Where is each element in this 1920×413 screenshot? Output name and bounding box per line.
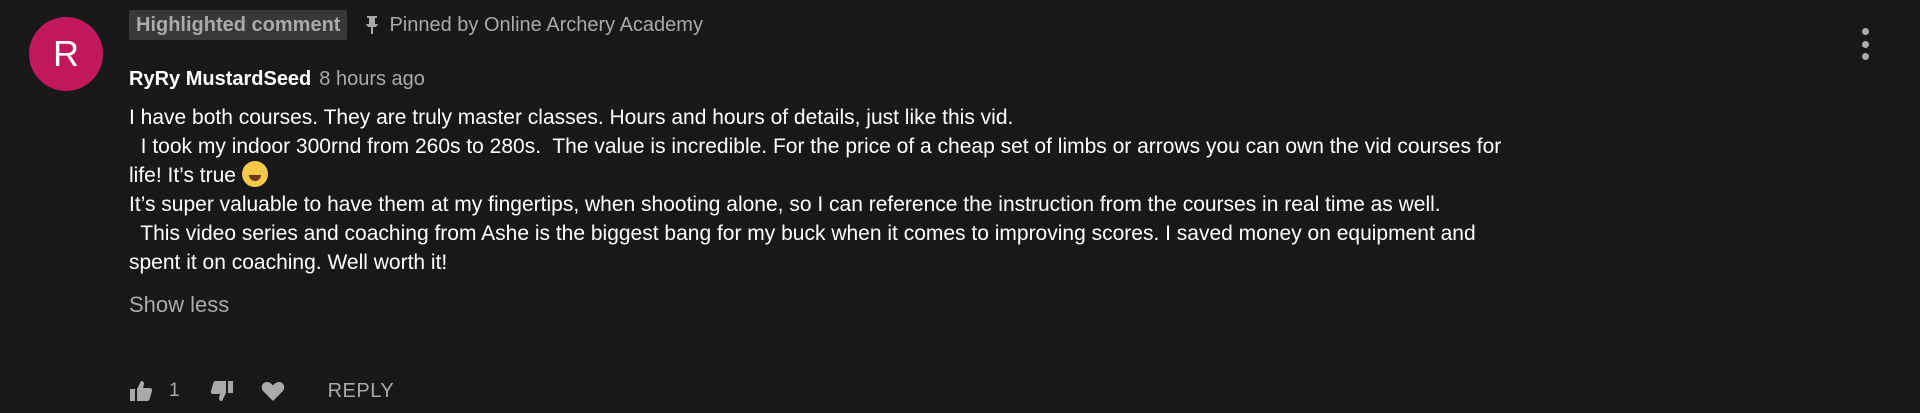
comment-line: spent it on coaching. Well worth it! [129,251,448,274]
comment-actions: 1 REPLY [129,376,394,406]
menu-dot-icon [1861,28,1869,35]
comment-header-badges: Highlighted comment Pinned by Online Arc… [129,10,1829,40]
avatar-letter: R [53,33,79,74]
thumbs-up-icon [130,381,153,401]
comment-body: Highlighted comment Pinned by Online Arc… [129,10,1829,318]
author-name[interactable]: RyRy MustardSeed [129,68,311,91]
avatar[interactable]: R [29,17,103,91]
comment-line: This video series and coaching from Ashe… [129,222,1476,245]
menu-dot-icon [1861,53,1869,60]
comment-text: I have both courses. They are truly mast… [129,103,1829,277]
pinned-indicator: Pinned by Online Archery Academy [365,14,703,37]
thumbs-down-icon [210,381,233,401]
pin-icon [365,16,379,34]
show-less-button[interactable]: Show less [129,292,1829,318]
comment-line: I have both courses. They are truly mast… [129,106,1014,129]
comment-line: life! It’s true [129,164,236,187]
reply-button[interactable]: REPLY [328,380,395,403]
author-row: RyRy MustardSeed 8 hours ago [129,68,1829,91]
comment-line: It’s super valuable to have them at my f… [129,193,1441,216]
pinned-by-text: Pinned by Online Archery Academy [389,13,703,36]
comment-line: I took my indoor 300rnd from 260s to 280… [129,135,1502,158]
highlighted-comment-badge[interactable]: Highlighted comment [129,10,348,40]
laughing-emoji-icon [242,161,268,187]
comment-thread: R Highlighted comment Pinned by Online A… [0,0,1920,413]
comment-line-with-emoji: life! It’s true [129,161,1829,190]
comment-timestamp[interactable]: 8 hours ago [319,68,425,91]
like-count: 1 [169,380,180,401]
heart-button[interactable] [261,379,285,403]
more-actions-menu-button[interactable] [1855,28,1875,60]
menu-dot-icon [1861,40,1869,48]
heart-icon [261,382,284,401]
dislike-button[interactable] [210,379,234,403]
like-button[interactable] [129,379,153,403]
